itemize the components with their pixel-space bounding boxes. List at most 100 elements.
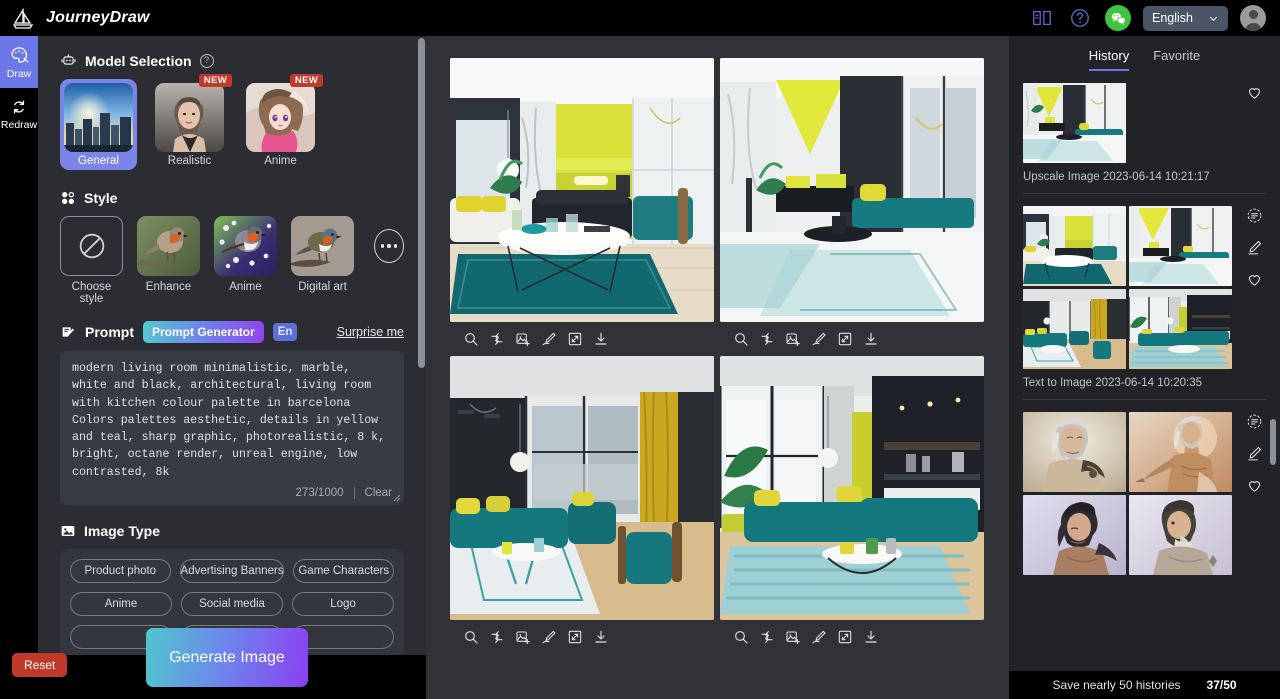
refresh-cycle-icon: [9, 97, 29, 117]
prompt-info-icon[interactable]: [1245, 206, 1264, 225]
tab-history[interactable]: History: [1088, 48, 1130, 71]
download-icon[interactable]: [860, 626, 882, 648]
style-option-enhance[interactable]: Enhance: [137, 216, 200, 293]
history-thumbnail[interactable]: [1129, 412, 1232, 492]
history-thumbnail[interactable]: [1023, 289, 1126, 369]
search-zoom-icon[interactable]: [460, 626, 482, 648]
section-label: Style: [84, 190, 118, 206]
style-option-digital-art[interactable]: Digital art: [291, 216, 354, 293]
history-thumbnail[interactable]: [1023, 495, 1126, 575]
image-type-chip[interactable]: Advertising Banners: [179, 559, 285, 584]
prompt-clear-button[interactable]: Clear: [365, 487, 392, 499]
language-selector[interactable]: English: [1143, 5, 1228, 31]
image-type-chip[interactable]: Product photo: [70, 559, 171, 584]
book-icon[interactable]: [1029, 5, 1055, 31]
brand[interactable]: JourneyDraw: [0, 5, 150, 31]
result-image[interactable]: [450, 58, 714, 322]
image-type-chip[interactable]: Logo: [292, 592, 394, 617]
variation-icon[interactable]: [486, 328, 508, 350]
style-thumbnail: [137, 216, 200, 276]
image-add-icon[interactable]: [782, 626, 804, 648]
history-thumbnail[interactable]: [1129, 206, 1232, 286]
pencil-edit-icon[interactable]: [1245, 238, 1264, 257]
image-type-chip[interactable]: Game Characters: [293, 559, 395, 584]
variation-icon[interactable]: [756, 328, 778, 350]
model-option-realistic[interactable]: NEW Realistic: [151, 74, 232, 170]
new-badge: NEW: [289, 74, 323, 87]
result-image[interactable]: [720, 356, 984, 620]
style-option-choose-style[interactable]: Choose style: [60, 216, 123, 305]
reset-button[interactable]: Reset: [12, 653, 68, 677]
brush-edit-icon[interactable]: [538, 328, 560, 350]
prompt-language-badge[interactable]: En: [272, 323, 298, 341]
expand-icon[interactable]: [564, 328, 586, 350]
image-toolbar: [720, 620, 984, 648]
robot-icon: [60, 52, 77, 69]
expand-icon[interactable]: [564, 626, 586, 648]
download-icon[interactable]: [860, 328, 882, 350]
style-grid-icon: [60, 190, 76, 206]
ellipsis-circle-icon[interactable]: [374, 229, 404, 263]
expand-icon[interactable]: [834, 626, 856, 648]
left-panel-scrollbar-thumb[interactable]: [418, 38, 425, 368]
pencil-edit-icon[interactable]: [1245, 444, 1264, 463]
history-scrollbar-thumb[interactable]: [1270, 419, 1276, 465]
model-option-anime[interactable]: NEW Anime: [242, 74, 323, 170]
question-circle-icon[interactable]: ?: [199, 53, 214, 68]
search-zoom-icon[interactable]: [730, 328, 752, 350]
brush-edit-icon[interactable]: [808, 626, 830, 648]
variation-icon[interactable]: [486, 626, 508, 648]
search-zoom-icon[interactable]: [460, 328, 482, 350]
sidebar-item-draw[interactable]: Draw: [0, 36, 38, 88]
help-circle-icon[interactable]: [1067, 5, 1093, 31]
section-label: Image Type: [84, 523, 160, 540]
model-label: General: [78, 155, 119, 167]
chips-row: Anime Social media Logo: [70, 592, 394, 617]
download-icon[interactable]: [590, 328, 612, 350]
generate-image-button[interactable]: Generate Image: [146, 628, 308, 687]
history-thumbnail[interactable]: [1023, 206, 1126, 286]
brush-edit-icon[interactable]: [808, 328, 830, 350]
sailboat-icon: [10, 5, 36, 31]
history-thumbnail[interactable]: [1023, 83, 1126, 163]
variation-icon[interactable]: [756, 626, 778, 648]
avatar[interactable]: [1240, 5, 1266, 31]
search-zoom-icon[interactable]: [730, 626, 752, 648]
result-image[interactable]: [450, 356, 714, 620]
heart-icon[interactable]: [1245, 476, 1264, 495]
image-add-icon[interactable]: [782, 328, 804, 350]
tab-favorite[interactable]: Favorite: [1153, 48, 1200, 71]
heart-icon[interactable]: [1245, 83, 1264, 102]
prompt-info-icon[interactable]: [1245, 412, 1264, 431]
style-label: Anime: [229, 281, 262, 293]
result-card: [720, 58, 984, 350]
model-option-general[interactable]: General: [60, 79, 137, 170]
no-style-icon: [60, 216, 123, 276]
surprise-me-link[interactable]: Surprise me: [337, 325, 404, 339]
image-add-icon[interactable]: [512, 626, 534, 648]
history-thumbnails: [1023, 412, 1266, 575]
image-type-chip[interactable]: Anime: [70, 592, 172, 617]
download-icon[interactable]: [590, 626, 612, 648]
brand-name: JourneyDraw: [46, 9, 150, 26]
wechat-icon[interactable]: [1105, 5, 1131, 31]
brush-edit-icon[interactable]: [538, 626, 560, 648]
prompt-counter: 273/1000: [295, 487, 344, 500]
pencil-note-icon: [60, 324, 76, 340]
history-thumbnail[interactable]: [1129, 289, 1232, 369]
image-add-icon[interactable]: [512, 328, 534, 350]
heart-icon[interactable]: [1245, 270, 1264, 289]
resize-handle[interactable]: [393, 494, 401, 502]
history-thumbnail[interactable]: [1129, 495, 1232, 575]
sidebar-item-redraw[interactable]: Redraw: [0, 88, 38, 140]
history-entry: Text to Image 2023-06-14 10:20:35: [1009, 194, 1280, 389]
image-icon: [60, 523, 76, 539]
history-thumbnail[interactable]: [1023, 412, 1126, 492]
result-image[interactable]: [720, 58, 984, 322]
prompt-generator-button[interactable]: Prompt Generator: [143, 321, 264, 343]
prompt-input[interactable]: modern living room minimalistic, marble,…: [60, 351, 404, 506]
image-type-chip[interactable]: Social media: [181, 592, 283, 617]
model-list: General NEW Realistic NEW Anime: [60, 74, 404, 170]
style-option-anime[interactable]: Anime: [214, 216, 277, 293]
expand-icon[interactable]: [834, 328, 856, 350]
